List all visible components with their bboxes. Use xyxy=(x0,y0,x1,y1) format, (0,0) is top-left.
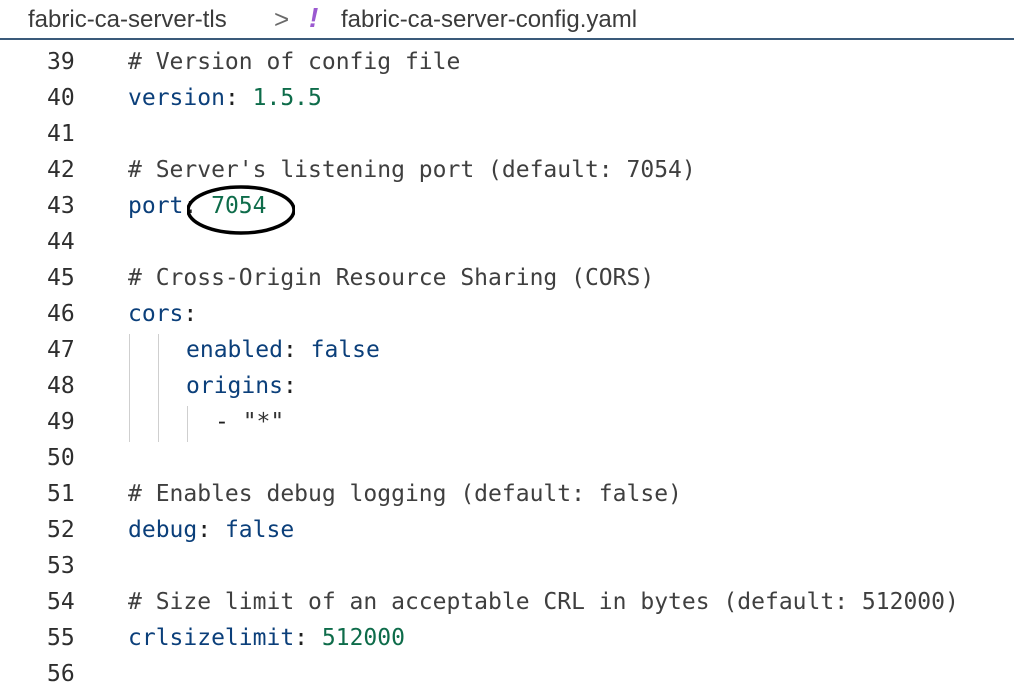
line-number: 39 xyxy=(47,49,75,75)
token-num: 1.5.5 xyxy=(252,85,322,111)
token-key: debug xyxy=(128,517,198,543)
code-line[interactable]: 46 cors: xyxy=(0,298,1014,334)
code-line[interactable]: 53 xyxy=(0,550,1014,586)
line-number: 46 xyxy=(47,301,75,327)
line-number: 41 xyxy=(47,121,75,147)
code-line[interactable]: 43 port: 7054 xyxy=(0,190,1014,226)
code-line[interactable]: 39 # Version of config file xyxy=(0,46,1014,82)
code-text: enabled: false xyxy=(186,337,380,363)
token-comment: # Size limit of an acceptable CRL in byt… xyxy=(128,589,959,615)
token-key: port xyxy=(128,193,184,219)
code-text: origins: xyxy=(186,373,297,399)
line-number: 42 xyxy=(47,157,75,183)
line-number: 43 xyxy=(47,193,75,219)
code-text: # Enables debug logging (default: false) xyxy=(128,481,682,507)
token-key: crlsizelimit xyxy=(128,625,295,651)
token-num: 512000 xyxy=(321,625,405,651)
code-line[interactable]: 42 # Server's listening port (default: 70… xyxy=(0,154,1014,190)
token-punct: - xyxy=(215,409,243,435)
token-comment: # Version of config file xyxy=(128,49,461,75)
breadcrumb-folder[interactable]: fabric-ca-server-tls xyxy=(28,6,227,34)
line-number: 51 xyxy=(47,481,75,507)
token-key: cors xyxy=(128,301,184,327)
code-text: # Size limit of an acceptable CRL in byt… xyxy=(128,589,959,615)
code-line[interactable]: 45 # Cross-Origin Resource Sharing (CORS) xyxy=(0,262,1014,298)
line-number: 49 xyxy=(47,409,75,435)
code-text: # Server's listening port (default: 7054… xyxy=(128,157,696,183)
indent-guide xyxy=(129,334,130,442)
code-line[interactable]: 41 xyxy=(0,118,1014,154)
line-number: 45 xyxy=(47,265,75,291)
token-bool: false xyxy=(224,517,295,543)
line-number: 53 xyxy=(47,553,75,579)
token-key: version xyxy=(128,85,225,111)
breadcrumb: fabric-ca-server-tls > ! fabric-ca-serve… xyxy=(0,0,1014,40)
code-text: crlsizelimit: 512000 xyxy=(128,625,405,651)
line-number: 48 xyxy=(47,373,75,399)
code-line[interactable]: 54 # Size limit of an acceptable CRL in b… xyxy=(0,586,1014,622)
code-text: # Cross-Origin Resource Sharing (CORS) xyxy=(128,265,654,291)
code-line[interactable]: 40 version: 1.5.5 xyxy=(0,82,1014,118)
code-line[interactable]: 51 # Enables debug logging (default: fals… xyxy=(0,478,1014,514)
token-key: enabled xyxy=(186,337,283,363)
code-text: # Version of config file xyxy=(128,49,460,75)
code-text: cors: xyxy=(128,301,197,327)
line-number: 52 xyxy=(47,517,75,543)
code-text: debug: false xyxy=(128,517,294,543)
code-line[interactable]: 55 crlsizelimit: 512000 xyxy=(0,622,1014,658)
token-comment: # Cross-Origin Resource Sharing (CORS) xyxy=(128,265,655,291)
token-punct: : xyxy=(224,85,253,111)
breadcrumb-file[interactable]: fabric-ca-server-config.yaml xyxy=(341,6,637,34)
code-line[interactable]: 50 xyxy=(0,442,1014,478)
line-number: 44 xyxy=(47,229,75,255)
code-line[interactable]: 48 origins: xyxy=(0,370,1014,406)
line-number: 40 xyxy=(47,85,75,111)
token-comment: # Enables debug logging (default: false) xyxy=(128,481,682,507)
line-number: 55 xyxy=(47,625,75,651)
yaml-file-icon: ! xyxy=(309,2,319,33)
code-line[interactable]: 52 debug: false xyxy=(0,514,1014,550)
code-text: - "*" xyxy=(215,409,284,435)
annotation-circle xyxy=(187,185,295,235)
token-punct: : xyxy=(294,625,322,651)
line-number: 47 xyxy=(47,337,75,363)
line-number: 54 xyxy=(47,589,75,615)
code-line[interactable]: 44 xyxy=(0,226,1014,262)
token-bool: false xyxy=(310,337,380,363)
indent-guide xyxy=(187,406,188,442)
token-punct: : xyxy=(282,337,311,363)
token-str: "*" xyxy=(242,409,285,435)
code-editor[interactable]: 39 # Version of config file 40 version: 1.5… xyxy=(0,46,1014,698)
indent-guide xyxy=(158,334,159,442)
line-number: 56 xyxy=(47,661,75,687)
token-punct: : xyxy=(197,517,225,543)
code-text: version: 1.5.5 xyxy=(128,85,322,111)
code-line[interactable]: 47 enabled: false xyxy=(0,334,1014,370)
chevron-right-icon: > xyxy=(274,4,290,34)
code-line[interactable]: 49 - "*" xyxy=(0,406,1014,442)
token-comment: # Server's listening port (default: 7054… xyxy=(128,157,696,183)
code-line[interactable]: 56 xyxy=(0,658,1014,694)
token-punct: : xyxy=(282,373,297,399)
token-key: origins xyxy=(186,373,283,399)
line-number: 50 xyxy=(47,445,75,471)
token-punct: : xyxy=(183,301,198,327)
